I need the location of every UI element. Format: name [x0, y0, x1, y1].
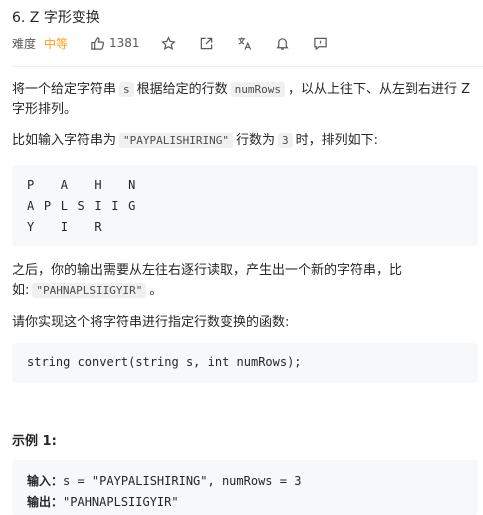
text: 根据给定的行数 [136, 82, 228, 97]
notify-button[interactable] [274, 34, 292, 52]
description-paragraph-1: 将一个给定字符串 s 根据给定的行数 numRows ，以从上往下、从左到右进行 Z 字… [12, 80, 477, 120]
bell-icon [276, 37, 289, 50]
inline-code: s [119, 82, 134, 97]
function-signature: string convert(string s, int numRows); [27, 355, 302, 369]
comment-icon [314, 37, 327, 50]
inline-code: numRows [230, 82, 286, 97]
thumbs-up-icon [91, 36, 105, 50]
divider [12, 66, 483, 67]
text: 。 [149, 283, 163, 298]
example-output-line: 输出："PAHNAPLSIIGYIR" [27, 493, 179, 510]
text: 将一个给定字符串 [12, 82, 117, 97]
text: 时，排列如下: [295, 133, 379, 148]
favorite-button[interactable] [160, 34, 178, 52]
text: 比如输入字符串为 [12, 133, 117, 148]
inline-code: "PAYPALISHIRING" [119, 133, 233, 148]
like-count: 1381 [109, 36, 140, 50]
problem-meta-bar: 难度 中等 1381 [12, 34, 350, 52]
difficulty-badge: 中等 [44, 36, 69, 51]
zigzag-code-block: P A H N A P L S I I G Y I R [12, 165, 478, 246]
description-paragraph-4: 请你实现这个将字符串进行指定行数变换的函数: [12, 315, 290, 330]
example-input-line: 输入：s = "PAYPALISHIRING", numRows = 3 [27, 472, 301, 489]
output-label: 输出： [27, 495, 64, 509]
signature-code-block: string convert(string s, int numRows); [12, 343, 478, 383]
example-code-block: 输入：s = "PAYPALISHIRING", numRows = 3 输出：… [12, 460, 478, 515]
example-title: 示例 1: [12, 434, 57, 449]
input-label: 输入： [27, 474, 64, 488]
zigzag-row: A P L S I I G [27, 199, 137, 213]
share-button[interactable] [198, 34, 216, 52]
input-value: s = "PAYPALISHIRING", numRows = 3 [63, 474, 302, 488]
translate-icon [238, 36, 252, 50]
difficulty-label: 难度 [12, 36, 37, 51]
inline-code: "PAHNAPLSIIGYIR" [32, 283, 147, 298]
description-paragraph-2: 比如输入字符串为 "PAYPALISHIRING" 行数为 3 时，排列如下: [12, 131, 477, 151]
output-value: "PAHNAPLSIIGYIR" [63, 495, 179, 509]
star-icon [161, 35, 176, 50]
problem-title: 6. Z 字形变换 [12, 10, 100, 26]
like-button[interactable]: 1381 [90, 36, 140, 51]
share-icon [200, 37, 213, 49]
zigzag-row: P A H N [27, 178, 137, 192]
text: 行数为 [235, 133, 275, 148]
feedback-button[interactable] [312, 34, 330, 52]
zigzag-row: Y I R [27, 220, 103, 234]
description-paragraph-3: 之后，你的输出需要从左往右逐行读取，产生出一个新的字符串，比如: "PAHNAPL… [12, 261, 412, 301]
inline-code: 3 [278, 133, 293, 148]
translate-button[interactable] [236, 34, 254, 52]
